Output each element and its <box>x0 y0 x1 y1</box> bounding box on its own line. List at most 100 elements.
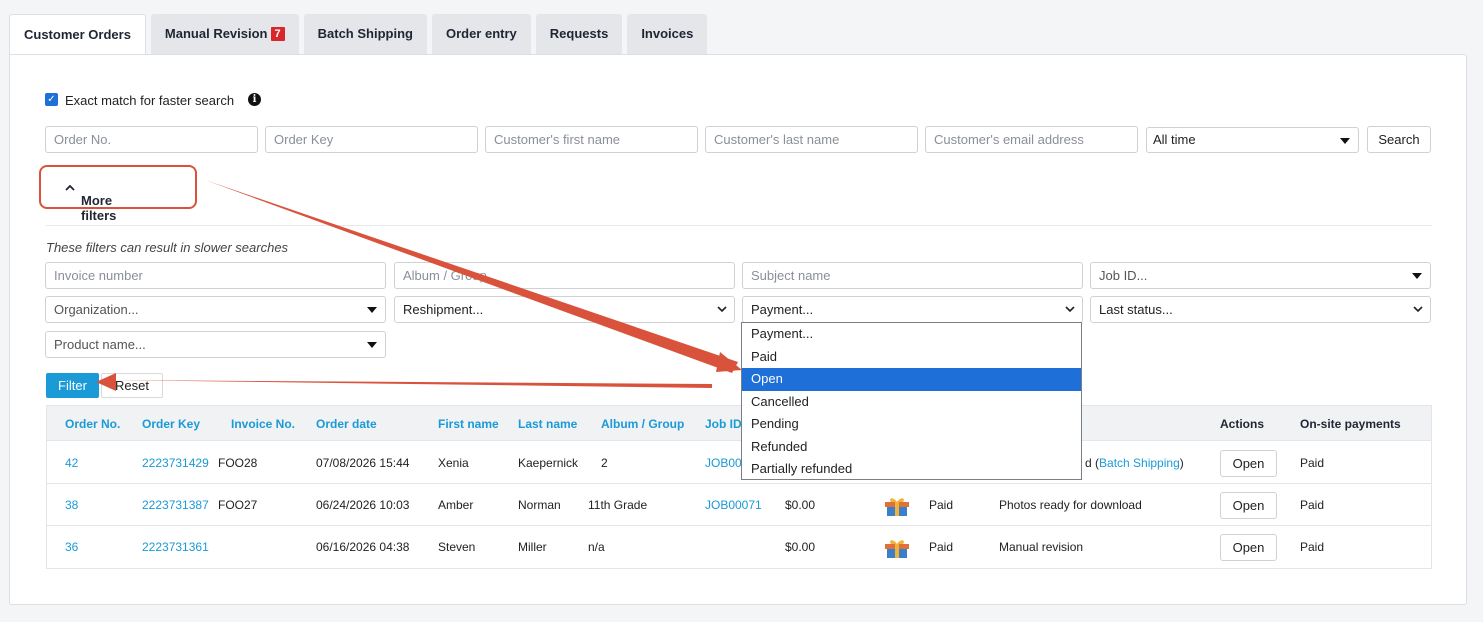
organization-select[interactable]: Organization... <box>45 296 386 323</box>
col-last-name[interactable]: Last name <box>518 417 577 431</box>
order-date: 07/08/2026 15:44 <box>316 456 410 470</box>
payment-status: Paid <box>929 540 954 554</box>
payment-option[interactable]: Refunded <box>742 436 1081 459</box>
order-no-link[interactable]: 38 <box>65 498 78 512</box>
payment-option[interactable]: Pending <box>742 413 1081 436</box>
time-range-value: All time <box>1153 132 1196 147</box>
info-icon[interactable]: i <box>248 93 261 106</box>
job-id-select[interactable]: Job ID... <box>1090 262 1431 289</box>
exact-match-label: Exact match for faster search <box>65 93 235 108</box>
order-key-link[interactable]: 2223731361 <box>142 540 209 554</box>
tab-label: Customer Orders <box>24 27 131 42</box>
tab-order-entry[interactable]: Order entry <box>431 14 531 55</box>
payment-status: Paid <box>929 498 954 512</box>
col-job-id[interactable]: Job ID <box>705 417 742 431</box>
order-total: $0.00 <box>785 540 816 554</box>
col-onsite-payments: On-site payments <box>1300 417 1401 431</box>
reshipment-select[interactable]: Reshipment... <box>394 296 735 323</box>
payment-option[interactable]: Partially refunded <box>742 458 1081 481</box>
tab-label: Batch Shipping <box>317 26 413 41</box>
open-button[interactable]: Open <box>1220 534 1277 561</box>
payment-select[interactable]: Payment... <box>742 296 1083 323</box>
tab-bar: Customer Orders Manual Revision 7 Batch S… <box>9 14 712 56</box>
last-status-value: Last status... <box>1099 302 1173 317</box>
tab-label: Requests <box>549 26 609 41</box>
col-order-key[interactable]: Order Key <box>142 417 200 431</box>
time-range-select[interactable]: All time <box>1146 127 1359 153</box>
search-button[interactable]: Search <box>1367 126 1431 153</box>
order-date: 06/16/2026 04:38 <box>316 540 410 554</box>
last-status-select[interactable]: Last status... <box>1090 296 1431 323</box>
customer-orders-panel: ✓ Exact match for faster search i All ti… <box>9 54 1467 605</box>
tab-customer-orders[interactable]: Customer Orders <box>9 14 146 56</box>
organization-value: Organization... <box>54 302 139 317</box>
first-name: Amber <box>438 498 474 512</box>
order-total: $0.00 <box>785 498 816 512</box>
col-order-no[interactable]: Order No. <box>65 417 120 431</box>
more-filters-label: More filters <box>81 193 117 223</box>
table-row: 36 2223731361 06/16/2026 04:38 Steven Mi… <box>47 526 1431 568</box>
chevron-down-icon <box>717 306 727 313</box>
col-order-date[interactable]: Order date <box>316 417 377 431</box>
email-input[interactable] <box>925 126 1138 153</box>
table-header: Order No. Order Key Invoice No. Order da… <box>47 406 1431 441</box>
filter-button[interactable]: Filter <box>46 373 99 398</box>
caret-down-icon <box>1412 273 1422 279</box>
chevron-up-icon <box>65 184 75 191</box>
payment-option[interactable]: Cancelled <box>742 391 1081 414</box>
slow-filters-note: These filters can result in slower searc… <box>46 240 289 255</box>
tab-label: Order entry <box>445 26 517 41</box>
onsite-payment: Paid <box>1300 540 1325 554</box>
order-no-input[interactable] <box>45 126 258 153</box>
payment-dropdown-list: Payment... Paid Open Cancelled Pending R… <box>741 322 1082 480</box>
job-id-link[interactable]: JOB00071 <box>705 498 762 512</box>
tab-batch-shipping[interactable]: Batch Shipping <box>303 14 427 55</box>
table-row: 42 2223731429 FOO28 07/08/2026 15:44 Xen… <box>47 442 1431 484</box>
payment-option-highlighted[interactable]: Open <box>742 368 1081 391</box>
reset-button[interactable]: Reset <box>101 373 163 398</box>
tab-label: Manual Revision <box>164 26 268 41</box>
first-name-input[interactable] <box>485 126 698 153</box>
invoice-number-input[interactable] <box>45 262 386 289</box>
batch-shipping-link[interactable]: Batch Shipping <box>1099 456 1180 470</box>
album-group-input[interactable] <box>394 262 735 289</box>
payment-value: Payment... <box>751 302 814 317</box>
open-button[interactable]: Open <box>1220 492 1277 519</box>
last-name-input[interactable] <box>705 126 918 153</box>
gift-icon <box>885 540 909 558</box>
tab-invoices[interactable]: Invoices <box>627 14 708 55</box>
chevron-down-icon <box>1065 306 1075 313</box>
order-status: Manual revision <box>999 540 1084 554</box>
col-invoice-no[interactable]: Invoice No. <box>231 417 295 431</box>
order-key-link[interactable]: 2223731429 <box>142 456 209 470</box>
subject-name-input[interactable] <box>742 262 1083 289</box>
table-row: 38 2223731387 FOO27 06/24/2026 10:03 Amb… <box>47 484 1431 526</box>
col-actions: Actions <box>1220 417 1265 431</box>
job-id-link[interactable]: JOB00 <box>705 456 742 470</box>
order-key-input[interactable] <box>265 126 478 153</box>
col-album-group[interactable]: Album / Group <box>601 417 684 431</box>
invoice-no: FOO28 <box>218 456 258 470</box>
caret-down-icon <box>1340 138 1350 144</box>
product-name-select[interactable]: Product name... <box>45 331 386 358</box>
order-key-link[interactable]: 2223731387 <box>142 498 209 512</box>
status-text: ) <box>1179 456 1184 470</box>
col-first-name[interactable]: First name <box>438 417 499 431</box>
open-button[interactable]: Open <box>1220 450 1277 477</box>
tab-requests[interactable]: Requests <box>535 14 623 55</box>
onsite-payment: Paid <box>1300 498 1325 512</box>
first-name: Xenia <box>438 456 469 470</box>
order-no-link[interactable]: 42 <box>65 456 78 470</box>
count-badge: 7 <box>270 27 285 41</box>
tab-label: Invoices <box>641 26 694 41</box>
exact-match-checkbox[interactable]: ✓ <box>45 93 58 106</box>
payment-option[interactable]: Paid <box>742 346 1081 369</box>
more-filters-toggle[interactable]: More filters <box>39 165 197 223</box>
order-status: d (Batch Shipping) <box>1085 456 1184 470</box>
tab-manual-revision[interactable]: Manual Revision 7 <box>150 14 299 55</box>
payment-option[interactable]: Payment... <box>742 323 1081 346</box>
order-status: Photos ready for download <box>999 498 1142 512</box>
last-name: Norman <box>518 498 561 512</box>
orders-table: Order No. Order Key Invoice No. Order da… <box>46 405 1432 569</box>
order-no-link[interactable]: 36 <box>65 540 78 554</box>
